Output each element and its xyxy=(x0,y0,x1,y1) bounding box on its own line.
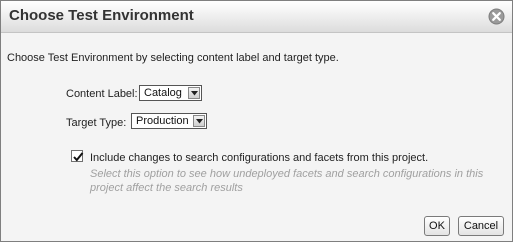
include-changes-label: Include changes to search configurations… xyxy=(90,152,429,164)
include-changes-checkbox[interactable] xyxy=(71,150,84,162)
dialog-body: Choose Test Environment by selecting con… xyxy=(1,33,512,241)
dialog-titlebar: Choose Test Environment xyxy=(1,1,512,33)
checkmark-icon xyxy=(73,152,84,162)
content-label-select[interactable]: Catalog xyxy=(139,85,202,101)
dialog-title: Choose Test Environment xyxy=(9,7,194,24)
ok-button[interactable]: OK xyxy=(424,216,450,236)
chevron-down-icon xyxy=(193,115,205,127)
dialog-description: Choose Test Environment by selecting con… xyxy=(7,52,339,64)
include-changes-hint: Select this option to see how undeployed… xyxy=(90,168,484,194)
close-icon[interactable] xyxy=(488,8,505,25)
content-label-label: Content Label: xyxy=(66,88,138,100)
choose-test-environment-dialog: Choose Test Environment Choose Test Envi… xyxy=(0,0,513,242)
content-label-value: Catalog xyxy=(144,87,182,99)
target-type-select[interactable]: Production xyxy=(131,113,207,129)
target-type-label: Target Type: xyxy=(66,117,127,129)
target-type-value: Production xyxy=(136,115,189,127)
cancel-button[interactable]: Cancel xyxy=(458,216,504,236)
chevron-down-icon xyxy=(188,87,200,99)
